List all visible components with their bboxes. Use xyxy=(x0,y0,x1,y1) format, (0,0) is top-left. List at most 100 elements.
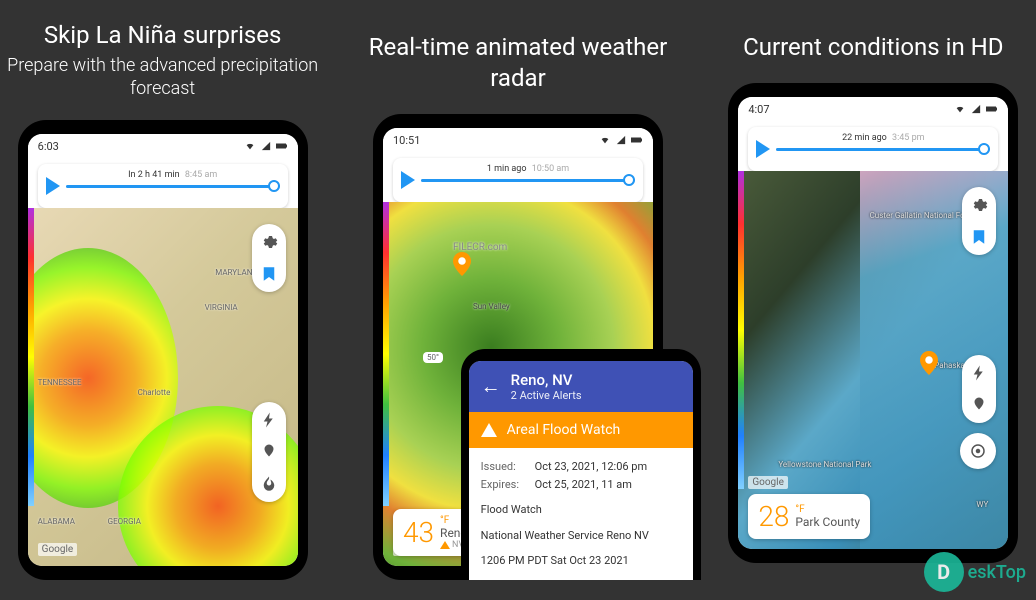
bookmark-button[interactable] xyxy=(967,225,991,249)
timeline-slider[interactable]: In 2 h 41 min 8:45 am xyxy=(66,185,280,188)
status-time: 10:51 xyxy=(393,134,420,147)
alert-category: Flood Watch xyxy=(481,501,681,519)
panel-subtitle: Prepare with the advanced precipitation … xyxy=(0,55,325,100)
map-label: WY xyxy=(976,500,988,509)
map-label: Charlotte xyxy=(138,388,171,397)
lightning-button[interactable] xyxy=(257,408,281,432)
watermark-icon: D xyxy=(924,552,964,592)
temp-value: 43 xyxy=(403,516,434,549)
battery-icon xyxy=(631,135,643,145)
timeline-slider[interactable]: 22 min ago 3:45 pm xyxy=(776,148,990,151)
timeline-sub: 3:45 pm xyxy=(892,133,925,143)
status-bar: 4:07 xyxy=(738,97,1008,121)
alert-header-text: Reno, NV 2 Active Alerts xyxy=(511,371,582,402)
alert-icon xyxy=(440,541,450,549)
settings-button[interactable] xyxy=(967,193,991,217)
controls-pill-bottom xyxy=(252,402,286,502)
alert-issuer: National Weather Service Reno NV xyxy=(481,527,681,545)
map-label: Yellowstone National Park xyxy=(778,460,871,469)
signal-icon xyxy=(970,104,982,114)
color-legend xyxy=(738,171,744,489)
map-label: VIRGINIA xyxy=(205,303,238,312)
alert-body: Issued: Oct 23, 2021, 12:06 pm Expires: Oc… xyxy=(469,448,693,580)
timeline-bar[interactable]: 1 min ago 10:50 am xyxy=(393,158,643,202)
controls-pill-bottom xyxy=(962,355,996,423)
map-controls xyxy=(252,224,286,502)
back-icon[interactable]: ← xyxy=(481,374,501,399)
warning-icon xyxy=(481,423,497,437)
issued-label: Issued: xyxy=(481,458,529,476)
play-icon[interactable] xyxy=(401,171,415,189)
signal-icon xyxy=(260,141,272,151)
battery-icon xyxy=(986,104,998,114)
timeline-main: 1 min ago xyxy=(487,164,527,174)
bookmark-button[interactable] xyxy=(257,262,281,286)
alert-timestamp: 1206 PM PDT Sat Oct 23 2021 xyxy=(481,552,681,570)
timeline-slider[interactable]: 1 min ago 10:50 am xyxy=(421,179,635,182)
expires-label: Expires: xyxy=(481,476,529,494)
location-pin-icon[interactable] xyxy=(920,351,938,375)
temp-unit: °F xyxy=(795,504,860,515)
map-label: GEORGIA xyxy=(108,517,141,526)
timeline-knob[interactable] xyxy=(978,143,990,155)
controls-pill-top xyxy=(962,187,996,255)
timeline-main: In 2 h 41 min xyxy=(128,170,180,180)
timeline-bar[interactable]: 22 min ago 3:45 pm xyxy=(748,127,998,171)
map-label: Sun Valley xyxy=(473,302,510,311)
timeline-knob[interactable] xyxy=(268,180,280,192)
temp-value: 28 xyxy=(758,500,789,533)
wifi-icon xyxy=(954,104,966,114)
status-time: 4:07 xyxy=(748,103,769,116)
current-temp-card[interactable]: 28 °F Park County xyxy=(748,494,870,539)
temp-chip[interactable]: 50° xyxy=(423,352,443,363)
wifi-icon xyxy=(244,141,256,151)
status-icons xyxy=(244,141,288,151)
wifi-icon xyxy=(599,135,611,145)
fire-button[interactable] xyxy=(257,472,281,496)
timeline-label: 1 min ago 10:50 am xyxy=(481,163,575,175)
feature-panel-forecast: Skip La Niña surprises Prepare with the … xyxy=(0,20,325,580)
phone-screen: 4:07 22 min ago 3:45 pm xyxy=(738,97,1008,549)
storm-button[interactable] xyxy=(257,440,281,464)
location-pin-icon[interactable] xyxy=(453,252,471,276)
feature-panel-radar: Real-time animated weather radar 10:51 1… xyxy=(355,20,680,580)
timeline-knob[interactable] xyxy=(623,174,635,186)
play-icon[interactable] xyxy=(46,177,60,195)
google-attribution: Google xyxy=(38,543,78,556)
timeline-label: 22 min ago 3:45 pm xyxy=(836,132,931,144)
alert-banner[interactable]: Areal Flood Watch xyxy=(469,412,693,448)
filecr-watermark: FILECR.com xyxy=(453,242,507,253)
issued-value: Oct 23, 2021, 12:06 pm xyxy=(535,458,647,476)
alert-type: Areal Flood Watch xyxy=(507,422,621,438)
status-bar: 10:51 xyxy=(383,128,653,152)
timeline-main: 22 min ago xyxy=(842,133,887,143)
signal-icon xyxy=(615,135,627,145)
settings-button[interactable] xyxy=(257,230,281,254)
watermark-text: eskTop xyxy=(968,562,1026,583)
alert-screen: ← Reno, NV 2 Active Alerts Areal Flood W… xyxy=(469,361,693,580)
panel-title: Current conditions in HD xyxy=(743,32,1003,63)
color-legend xyxy=(28,208,34,506)
expires-value: Oct 25, 2021, 11 am xyxy=(535,476,632,494)
storm-button[interactable] xyxy=(967,393,991,417)
alert-count: 2 Active Alerts xyxy=(511,389,582,402)
panel-title: Real-time animated weather radar xyxy=(355,32,680,94)
alert-header: ← Reno, NV 2 Active Alerts xyxy=(469,361,693,412)
map-controls xyxy=(962,187,996,423)
alert-location: Reno, NV xyxy=(511,371,582,389)
timeline-label: In 2 h 41 min 8:45 am xyxy=(122,169,223,181)
map-label: TENNESSEE xyxy=(38,378,82,387)
play-icon[interactable] xyxy=(756,140,770,158)
status-bar: 6:03 xyxy=(28,134,298,158)
timeline-sub: 8:45 am xyxy=(185,170,217,180)
controls-pill-top xyxy=(252,224,286,292)
status-icons xyxy=(599,135,643,145)
timeline-bar[interactable]: In 2 h 41 min 8:45 am xyxy=(38,164,288,208)
panel-title: Skip La Niña surprises xyxy=(44,20,282,51)
phone-mockup: 4:07 22 min ago 3:45 pm xyxy=(728,83,1018,563)
google-attribution: Google xyxy=(748,476,788,489)
alert-detail-phone: ← Reno, NV 2 Active Alerts Areal Flood W… xyxy=(461,349,701,580)
map-label: ALABAMA xyxy=(38,517,75,526)
color-legend xyxy=(383,202,389,506)
lightning-button[interactable] xyxy=(967,361,991,385)
